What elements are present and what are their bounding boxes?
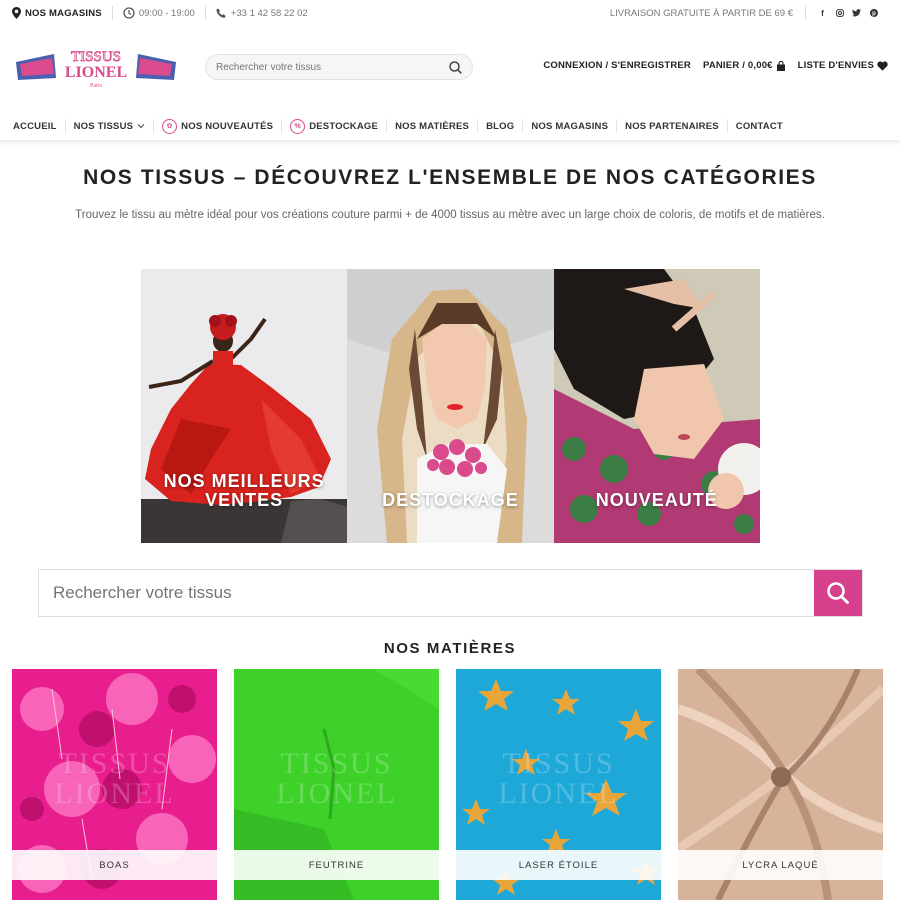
nav-label: DESTOCKAGE: [309, 120, 379, 132]
material-label: FEUTRINE: [234, 850, 439, 880]
material-card-lycra-laque[interactable]: LYCRA LAQUÉ: [678, 669, 883, 900]
page-title: NOS TISSUS – DÉCOUVREZ L'ENSEMBLE DE NOS…: [83, 166, 817, 189]
nav-item-contact[interactable]: CONTACT: [728, 112, 791, 140]
stores-link[interactable]: NOS MAGASINS: [12, 7, 102, 19]
login-link[interactable]: CONNEXION / S'ENREGISTRER: [543, 60, 691, 71]
site-header: TISSUS LIONEL Paris CONNEXION / S'ENREGI…: [0, 36, 900, 100]
twitter-icon[interactable]: [852, 9, 861, 18]
new-badge-icon: ✿: [162, 118, 178, 134]
cart-link[interactable]: PANIER / 0,00€: [703, 60, 786, 71]
logo-line1: TISSUS: [71, 49, 121, 65]
watermark: TISSUS LIONEL: [54, 747, 175, 810]
material-card-feutrine[interactable]: TISSUS LIONEL FEUTRINE: [234, 669, 439, 900]
svg-text:p: p: [872, 11, 876, 17]
catalog-search-button[interactable]: [814, 570, 862, 616]
phone-link[interactable]: +33 1 42 58 22 02: [216, 8, 308, 19]
banner-label: DESTOCKAGE: [382, 490, 519, 510]
banner-label: NOS MEILLEURS VENTES: [163, 471, 325, 510]
nav-label: NOS NOUVEAUTÉS: [181, 120, 274, 132]
banner-nouveaute[interactable]: NOUVEAUTÉ: [553, 269, 760, 543]
nav-item-magasins[interactable]: NOS MAGASINS: [523, 112, 616, 140]
opening-hours: 09:00 - 19:00: [123, 7, 195, 19]
wishlist-label: LISTE D'ENVIES: [797, 60, 874, 71]
material-label: BOAS: [12, 850, 217, 880]
map-pin-icon: [12, 7, 21, 19]
header-search: [205, 54, 473, 80]
site-logo[interactable]: TISSUS LIONEL Paris: [14, 44, 178, 90]
watermark: TISSUS LIONEL: [276, 747, 397, 810]
stores-label: NOS MAGASINS: [25, 7, 102, 19]
nav-item-accueil[interactable]: ACCUEIL: [0, 112, 65, 140]
divider: [111, 6, 113, 20]
divider: [805, 6, 806, 20]
catalog-search: [38, 569, 863, 617]
clock-icon: [123, 7, 135, 19]
search-icon: [827, 582, 849, 604]
banner-label: NOUVEAUTÉ: [595, 490, 718, 510]
banner-best-sellers[interactable]: NOS MEILLEURS VENTES: [141, 269, 348, 543]
free-shipping-text: LIVRAISON GRATUITE À PARTIR DE 69 €: [609, 7, 793, 19]
catalog-search-input[interactable]: [39, 570, 814, 616]
phone-icon: [216, 8, 226, 18]
hours-text: 09:00 - 19:00: [138, 7, 195, 19]
nav-label: CONTACT: [735, 120, 783, 132]
banner-destockage[interactable]: DESTOCKAGE: [347, 269, 554, 543]
nav-item-nouveautes[interactable]: ✿ NOS NOUVEAUTÉS: [154, 112, 281, 140]
nav-item-partenaires[interactable]: NOS PARTENAIRES: [617, 112, 727, 140]
percent-badge-icon: %: [290, 118, 306, 134]
social-links: f p: [818, 9, 878, 18]
divider: [204, 6, 206, 20]
chevron-down-icon: [137, 124, 145, 129]
header-search-input[interactable]: [216, 61, 449, 73]
instagram-icon[interactable]: [835, 9, 844, 18]
account-links: CONNEXION / S'ENREGISTRER PANIER / 0,00€…: [543, 60, 888, 71]
nav-shadow: [0, 140, 900, 146]
material-card-laser-etoile[interactable]: TISSUS LIONEL LASER ÉTOILE: [456, 669, 661, 900]
logo-line2: LIONEL: [65, 64, 127, 81]
nav-label: ACCUEIL: [13, 120, 57, 132]
top-bar: NOS MAGASINS 09:00 - 19:00 +33 1 42 58 2…: [0, 0, 900, 26]
nav-label: NOS TISSUS: [73, 120, 134, 132]
materials-grid: TISSUS LIONEL BOAS TISSUS LIONEL FEUTRINE: [12, 669, 884, 900]
pinterest-icon[interactable]: p: [869, 9, 878, 18]
cart-label: PANIER / 0,00€: [702, 60, 773, 71]
material-card-boas[interactable]: TISSUS LIONEL BOAS: [12, 669, 217, 900]
material-label: LASER ÉTOILE: [456, 850, 661, 880]
shopping-bag-icon: [776, 60, 785, 71]
nav-item-nos-tissus[interactable]: NOS TISSUS: [66, 112, 154, 140]
phone-text: +33 1 42 58 22 02: [230, 7, 308, 19]
page-subtitle: Trouvez le tissu au mètre idéal pour vos…: [75, 209, 825, 221]
search-icon[interactable]: [449, 60, 462, 74]
materials-title: NOS MATIÈRES: [383, 640, 517, 657]
category-banners: NOS MEILLEURS VENTES DESTOCKAGE NOUVEAUT…: [141, 269, 760, 543]
nav-label: NOS MATIÈRES: [395, 120, 470, 132]
material-label: LYCRA LAQUÉ: [678, 850, 883, 880]
heart-icon: [877, 60, 888, 71]
nav-item-destockage[interactable]: % DESTOCKAGE: [282, 112, 386, 140]
main-nav: ACCUEIL NOS TISSUS ✿ NOS NOUVEAUTÉS % DE…: [0, 112, 900, 140]
nav-item-matieres[interactable]: NOS MATIÈRES: [387, 112, 477, 140]
nav-label: NOS PARTENAIRES: [625, 120, 719, 132]
facebook-icon[interactable]: f: [818, 9, 827, 18]
nav-item-blog[interactable]: BLOG: [478, 112, 522, 140]
wishlist-link[interactable]: LISTE D'ENVIES: [798, 60, 888, 71]
nav-label: NOS MAGASINS: [531, 120, 609, 132]
watermark: TISSUS LIONEL: [498, 747, 619, 810]
logo-line3: Paris: [90, 83, 103, 89]
nav-label: BLOG: [486, 120, 515, 132]
